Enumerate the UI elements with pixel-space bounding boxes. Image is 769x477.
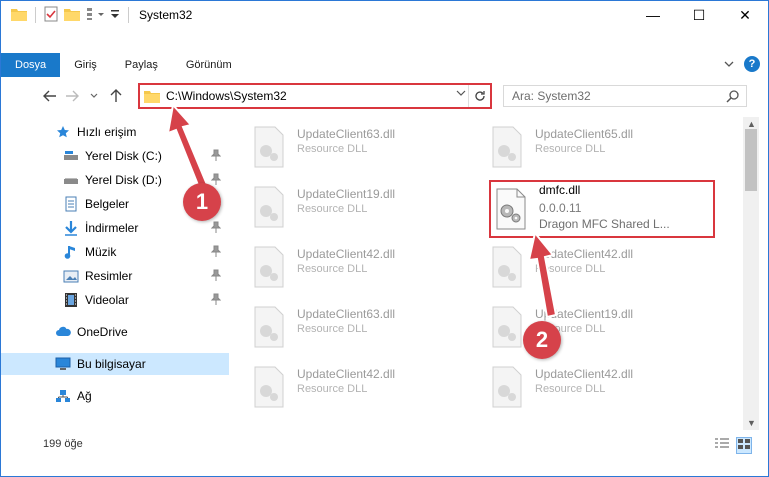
arrow-1 bbox=[166, 102, 210, 192]
tutorial-arrows bbox=[166, 102, 558, 319]
arrow-2 bbox=[527, 230, 558, 319]
step-badge-2: 2 bbox=[523, 321, 561, 359]
step-badge-1: 1 bbox=[183, 183, 221, 221]
explorer-window: System32 — ☐ ✕ Dosya Giriş Paylaş Görünü… bbox=[0, 0, 769, 477]
